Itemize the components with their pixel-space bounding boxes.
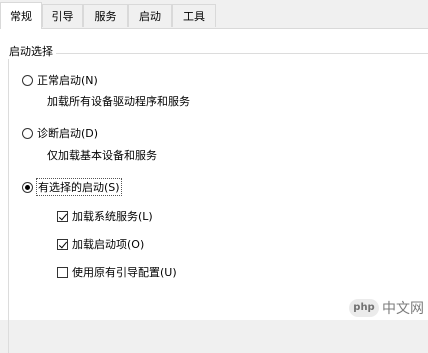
use-original-boot-config-label: 使用原有引导配置(U) [72,266,177,279]
php-badge: php [349,299,379,317]
watermark-text: 中文网 [382,301,424,317]
radio-indicator [22,127,33,139]
tab-boot[interactable]: 引导 [42,4,83,27]
diagnostic-startup-radio[interactable]: 诊断启动(D) [22,125,98,141]
tab-services[interactable]: 服务 [83,4,128,27]
tab-startup[interactable]: 启动 [128,4,172,27]
diagnostic-startup-label: 诊断启动(D) [37,127,99,140]
checkbox-unchecked-indicator [57,266,68,278]
load-system-services-checkbox[interactable]: 加载系统服务(L) [57,208,153,224]
checkbox-checked-indicator [57,238,68,250]
normal-startup-radio[interactable]: 正常启动(N) [22,72,98,88]
selective-startup-radio[interactable]: 有选择的启动(S) [22,178,122,196]
php-cn-watermark-logo: php 中文网 [349,298,424,318]
tab-general[interactable]: 常规 [0,2,42,29]
use-original-boot-config-checkbox[interactable]: 使用原有引导配置(U) [57,264,177,280]
load-startup-items-label: 加载启动项(O) [72,238,145,251]
tab-strip: 常规 引导 服务 启动 工具 [0,0,428,29]
load-system-services-label: 加载系统服务(L) [72,210,153,223]
radio-indicator-selected [22,181,33,193]
diagnostic-startup-description: 仅加载基本设备和服务 [47,149,157,162]
tab-tools[interactable]: 工具 [172,4,216,27]
general-tab-panel: 启动选择 正常启动(N) 加载所有设备驱动程序和服务 诊断启动(D) 仅加载基本… [0,28,428,353]
normal-startup-label: 正常启动(N) [37,74,98,87]
load-startup-items-checkbox[interactable]: 加载启动项(O) [57,236,144,252]
normal-startup-description: 加载所有设备驱动程序和服务 [47,95,190,108]
radio-indicator [22,74,33,86]
startup-selection-title: 启动选择 [6,43,56,59]
selective-startup-label: 有选择的启动(S) [36,178,122,196]
checkbox-checked-indicator [57,210,68,222]
